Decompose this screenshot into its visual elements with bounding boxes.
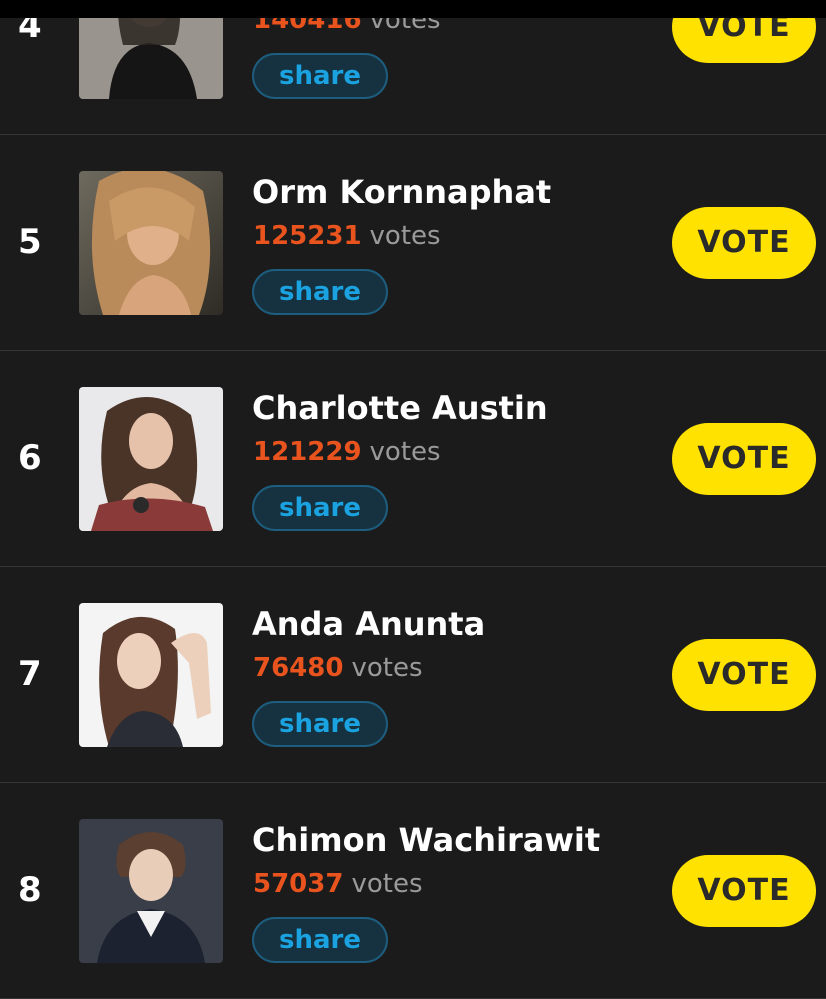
contestant-name: Chimon Wachirawit (252, 821, 601, 859)
vote-count-number: 76480 (253, 653, 344, 683)
vote-button[interactable]: VOTE (672, 639, 816, 711)
share-button[interactable]: share (252, 485, 388, 531)
ranking-list: 4 140416 votes share VOTE 5 Orm Kornnaph… (0, 0, 826, 999)
share-button[interactable]: share (252, 917, 388, 963)
vote-count: 57037 votes (253, 869, 423, 899)
vote-count-unit: votes (369, 437, 441, 467)
vote-count: 76480 votes (253, 653, 423, 683)
contestant-name: Orm Kornnaphat (252, 173, 552, 211)
rank-number: 6 (18, 438, 42, 478)
rank-number: 7 (18, 654, 42, 694)
share-button[interactable]: share (252, 269, 388, 315)
vote-button[interactable]: VOTE (672, 207, 816, 279)
vote-count: 125231 votes (253, 221, 441, 251)
vote-count-number: 121229 (253, 437, 362, 467)
rank-number: 8 (18, 870, 42, 910)
vote-count-number: 57037 (253, 869, 344, 899)
share-button[interactable]: share (252, 53, 388, 99)
list-item: 7 Anda Anunta 76480 votes share VOTE (0, 567, 826, 783)
vote-count-number: 125231 (253, 221, 362, 251)
contestant-name: Anda Anunta (252, 605, 486, 643)
contestant-photo[interactable] (79, 171, 223, 315)
vote-button[interactable]: VOTE (672, 855, 816, 927)
contestant-name: Charlotte Austin (252, 389, 548, 427)
share-button[interactable]: share (252, 701, 388, 747)
list-item: 6 Charlotte Austin 121229 votes share VOT… (0, 351, 826, 567)
contestant-photo[interactable] (79, 603, 223, 747)
vote-count-unit: votes (369, 221, 441, 251)
rank-number: 4 (18, 6, 42, 46)
vote-button[interactable]: VOTE (672, 423, 816, 495)
rank-number: 5 (18, 222, 42, 262)
list-item: 4 140416 votes share VOTE (0, 0, 826, 135)
contestant-photo[interactable] (79, 387, 223, 531)
vote-count-unit: votes (351, 869, 423, 899)
list-item: 8 Chimon Wachirawit 57037 votes share VOT… (0, 783, 826, 999)
top-bar (0, 0, 826, 18)
list-item: 5 Orm Kornnaphat 125231 votes share VOTE (0, 135, 826, 351)
vote-count: 121229 votes (253, 437, 441, 467)
vote-count-unit: votes (351, 653, 423, 683)
contestant-photo[interactable] (79, 819, 223, 963)
